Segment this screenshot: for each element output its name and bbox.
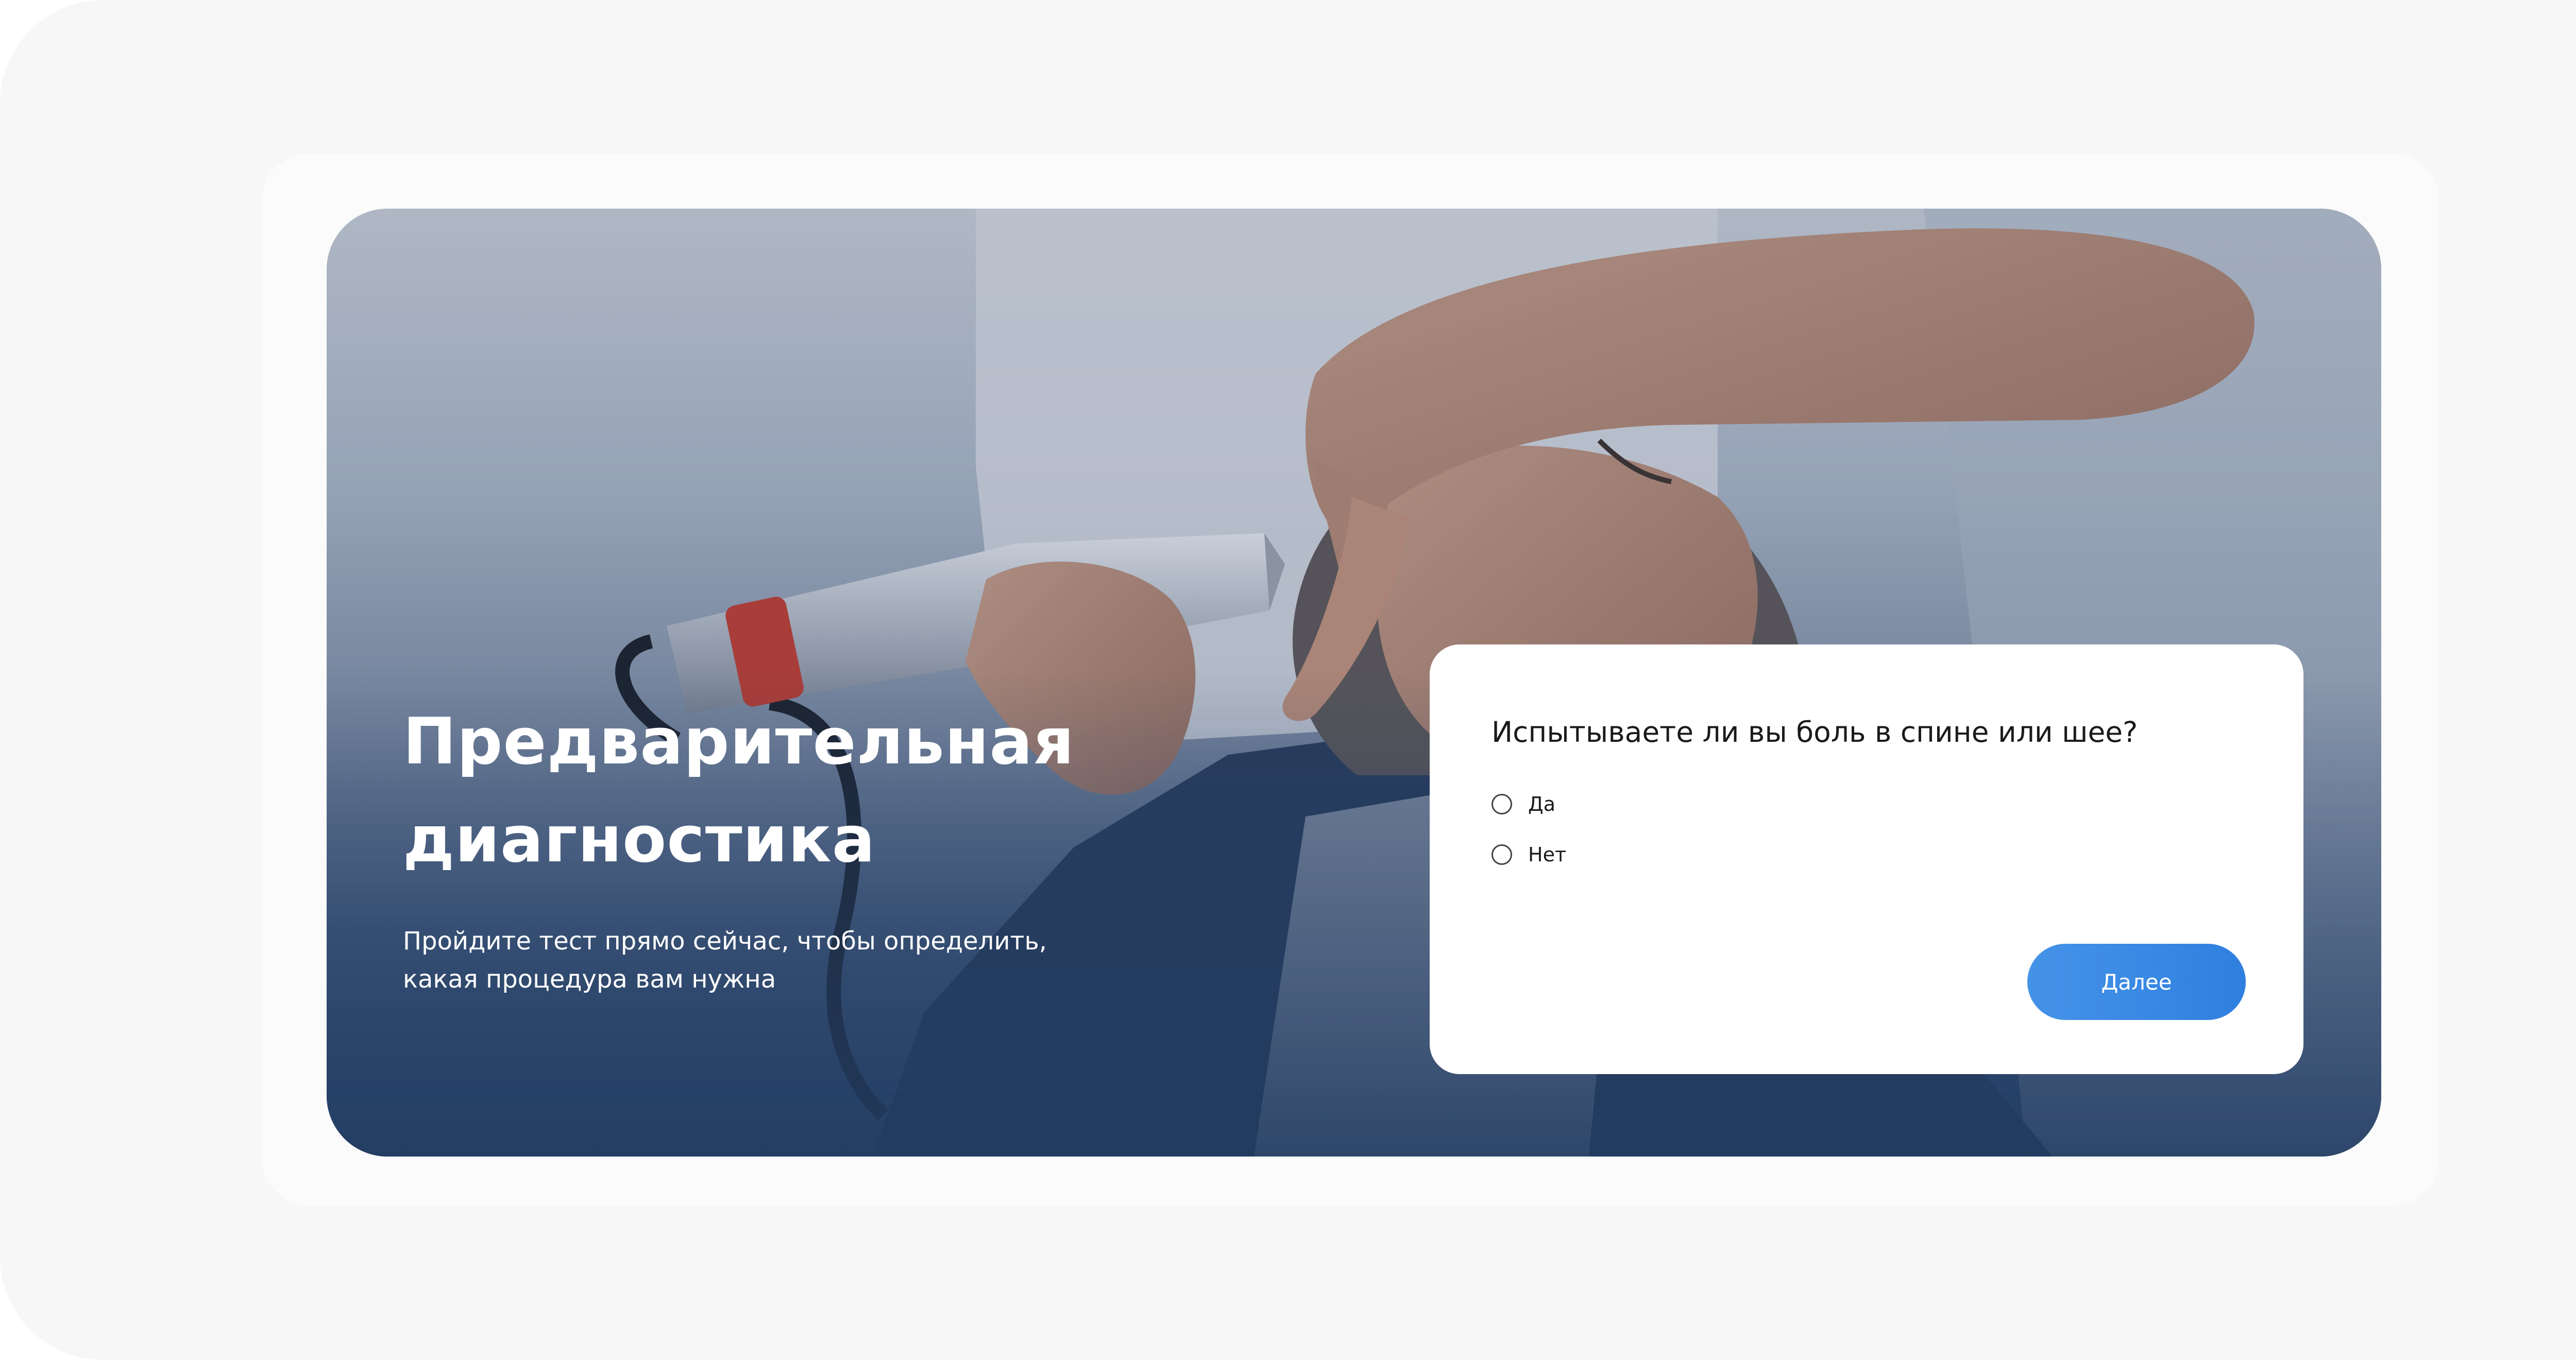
quiz-question: Испытываете ли вы боль в спине или шее? <box>1492 716 2138 749</box>
quiz-card: Испытываете ли вы боль в спине или шее? … <box>1430 644 2303 1074</box>
option-yes[interactable]: Да <box>1492 791 1555 817</box>
hero-subtitle: Пройдите тест прямо сейчас, чтобы опреде… <box>403 927 1047 994</box>
next-button[interactable]: Далее <box>2027 944 2246 1020</box>
page-title: Предварительная диагностика <box>403 705 1075 877</box>
option-yes-label: Да <box>1528 793 1555 815</box>
option-no-label: Нет <box>1528 843 1567 866</box>
radio-yes[interactable] <box>1492 794 1512 814</box>
page: Предварительная диагностика Пройдите тес… <box>0 0 2576 1360</box>
radio-no[interactable] <box>1492 844 1512 865</box>
option-no[interactable]: Нет <box>1492 842 1566 868</box>
hero-banner: Предварительная диагностика Пройдите тес… <box>327 209 2381 1157</box>
